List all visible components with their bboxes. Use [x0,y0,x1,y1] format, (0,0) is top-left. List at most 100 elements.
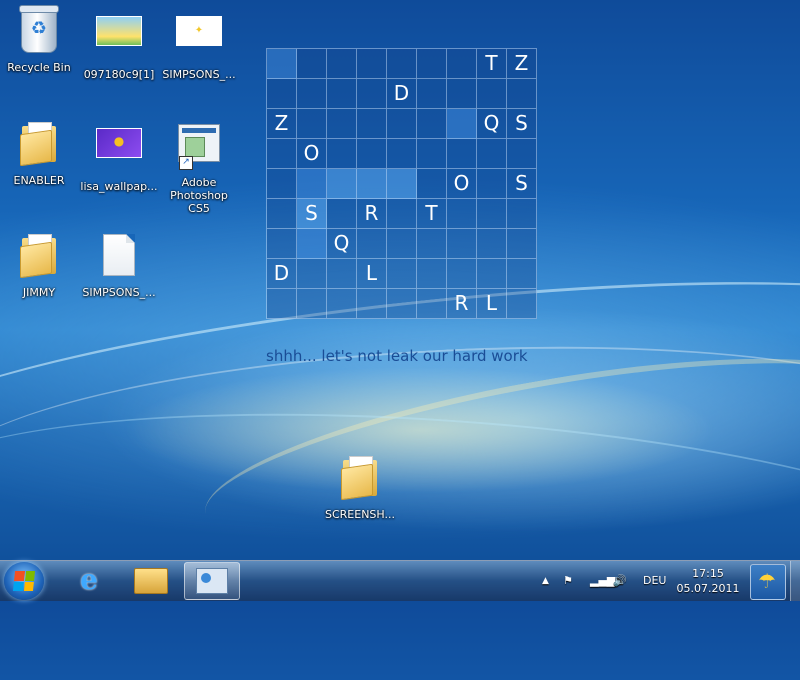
grid-cell [267,289,297,319]
desktop-icon-label: SCREENSH... [325,508,395,521]
grid-cell [447,109,477,139]
grid-cell [447,199,477,229]
system-clock[interactable]: 17:15 05.07.2011 [675,566,741,596]
action-center-flag-icon[interactable]: ⚑ [563,561,573,601]
grid-cell [477,169,507,199]
grid-cell [417,259,447,289]
desktop-icon-recycle-bin[interactable]: Recycle Bin [0,5,78,74]
grid-cell [387,229,417,259]
grid-cell [417,139,447,169]
grid-cell [507,139,537,169]
grid-cell [267,49,297,79]
grid-cell [327,289,357,319]
puzzle-tagline: shhh... let's not leak our hard work [266,347,528,365]
desktop-icon-label: SIMPSONS_... [162,68,236,81]
grid-cell [297,259,327,289]
grid-cell [297,169,327,199]
grid-cell [477,139,507,169]
grid-cell: L [477,289,507,319]
grid-cell: S [297,199,327,229]
grid-cell: S [507,109,537,139]
grid-cell: Z [267,109,297,139]
grid-cell [447,139,477,169]
grid-cell [387,139,417,169]
desktop-icon-screenshots-folder[interactable]: SCREENSH... [321,452,399,521]
desktop-icon-label: ENABLER [13,174,65,187]
desktop-icon-label: lisa_wallpap... [80,180,158,193]
desktop-icon-simpsons-document[interactable]: SIMPSONS_... [80,230,158,299]
grid-cell: T [417,199,447,229]
desktop-icon-enabler[interactable]: ENABLER [0,118,78,187]
show-desktop-button[interactable] [790,561,800,601]
input-language-indicator[interactable]: DEU [643,561,666,601]
grid-cell: Q [477,109,507,139]
taskbar-internet-explorer[interactable]: e [62,562,116,598]
grid-cell [357,109,387,139]
image-thumbnail-icon [96,16,142,46]
grid-cell [417,79,447,109]
grid-cell: Z [507,49,537,79]
windows-start-icon[interactable] [4,562,44,600]
desktop-icon-097180c9[interactable]: 097180c9[1] [80,6,158,81]
grid-cell [387,109,417,139]
desktop-icon-simpsons-image[interactable]: SIMPSONS_... [160,6,238,81]
grid-cell [477,229,507,259]
grid-cell [327,109,357,139]
desktop-icon-label: 097180c9[1] [83,68,155,81]
letter-puzzle-grid: TZDZQSOOSSRTQDLRL [266,48,537,319]
grid-cell [477,259,507,289]
windows-explorer-icon [134,568,168,594]
grid-cell: R [447,289,477,319]
network-signal-icon[interactable]: ▂▄▆ [590,561,615,601]
clock-time: 17:15 [692,567,724,580]
grid-cell [417,229,447,259]
grid-cell [507,259,537,289]
grid-cell [297,289,327,319]
desktop-icon-jimmy[interactable]: JIMMY [0,230,78,299]
grid-cell: D [387,79,417,109]
desktop-icon-label: Adobe Photoshop CS5 [170,176,228,215]
grid-cell [507,229,537,259]
grid-cell [387,289,417,319]
grid-cell [327,79,357,109]
grid-cell [507,199,537,229]
show-hidden-icons-chevron-icon[interactable]: ▲ [542,561,549,601]
grid-cell [507,79,537,109]
speaker-volume-icon[interactable]: 🔊 [613,561,627,601]
grid-cell [327,169,357,199]
grid-cell: L [357,259,387,289]
taskbar-desktop-gadget[interactable] [184,562,240,600]
clock-date: 05.07.2011 [676,582,740,595]
taskbar-windows-explorer[interactable] [124,562,178,598]
folder-icon [20,122,58,167]
folder-icon [341,456,379,501]
internet-explorer-icon: e [80,563,98,596]
grid-cell [357,139,387,169]
grid-cell [357,289,387,319]
grid-cell [357,229,387,259]
grid-cell [417,109,447,139]
grid-cell [327,259,357,289]
desktop-icon-adobe-photoshop[interactable]: ↗ Adobe Photoshop CS5 [160,118,238,215]
grid-cell: Q [327,229,357,259]
desktop-icon-lisa-wallpaper[interactable]: lisa_wallpap... [80,118,158,193]
grid-cell: O [447,169,477,199]
text-document-icon [103,234,135,276]
grid-cell [387,169,417,199]
grid-cell [507,289,537,319]
grid-cell [477,199,507,229]
grid-cell [387,49,417,79]
grid-cell [327,49,357,79]
grid-cell [417,49,447,79]
grid-cell: S [507,169,537,199]
folder-icon [20,234,58,279]
grid-cell [417,289,447,319]
grid-cell [327,139,357,169]
grid-cell [477,79,507,109]
grid-cell [297,109,327,139]
desktop-icon-label: Recycle Bin [7,61,71,74]
weather-gadget-icon[interactable] [750,564,786,600]
grid-cell [447,79,477,109]
grid-cell: D [267,259,297,289]
grid-cell [387,199,417,229]
